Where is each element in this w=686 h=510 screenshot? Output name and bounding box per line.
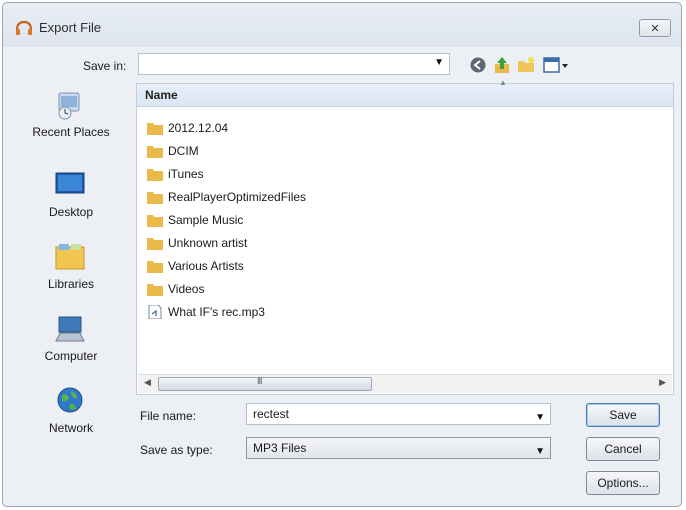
place-label: Network [48, 421, 93, 435]
folder-icon [147, 123, 163, 135]
chevron-down-icon: ▼ [535, 446, 545, 457]
file-name: 2012.12.04 [168, 121, 229, 135]
place-libraries[interactable]: Libraries [9, 241, 133, 309]
file-name: Videos [168, 282, 205, 296]
place-label: Desktop [48, 205, 94, 219]
save-button[interactable]: Save [586, 403, 660, 427]
save-as-type-dropdown[interactable]: MP3 Files ▼ [246, 437, 551, 459]
place-label: Libraries [47, 277, 95, 291]
options-button[interactable]: Options... [586, 471, 660, 495]
column-header-name[interactable]: Name ▲ [137, 78, 673, 107]
computer-icon [55, 316, 85, 342]
window-title: Export File [39, 20, 102, 35]
network-icon [57, 387, 83, 413]
scroll-grip: III [257, 376, 262, 386]
place-desktop[interactable]: Desktop [9, 169, 133, 237]
folder-icon [147, 169, 163, 181]
save-as-type-value: MP3 Files [253, 441, 307, 455]
place-label: Recent Places [32, 125, 110, 139]
recent-places-icon [58, 92, 80, 120]
folder-icon [147, 146, 163, 158]
file-name: Various Artists [168, 259, 244, 273]
scrollbar-thumb[interactable]: III [158, 376, 372, 391]
file-name-label: File name: [140, 409, 197, 423]
folder-icon [147, 238, 163, 250]
chevron-down-icon: ▼ [434, 57, 444, 68]
audio-file-icon [148, 305, 162, 319]
places-bar: Recent Places Desktop Libraries Computer [9, 83, 133, 463]
file-name: Sample Music [168, 213, 244, 227]
desktop-icon [55, 172, 85, 194]
file-name: DCIM [168, 144, 199, 158]
cancel-button[interactable]: Cancel [586, 437, 660, 461]
sort-up-icon: ▲ [499, 78, 507, 87]
export-file-dialog: Export File ✕ Save in: ▼ Recent Places D… [2, 2, 682, 507]
folder-icon [147, 192, 163, 204]
place-recent-places[interactable]: Recent Places [9, 89, 133, 157]
file-name-field[interactable]: rectest ▼ [246, 403, 551, 425]
view-menu-icon[interactable] [543, 56, 569, 74]
file-name-value: rectest [253, 407, 290, 421]
save-in-label: Save in: [83, 59, 127, 73]
file-name: iTunes [168, 167, 204, 181]
file-name: Unknown artist [168, 236, 248, 250]
scroll-left-icon[interactable]: ◀ [144, 377, 151, 388]
headphones-icon [15, 20, 33, 35]
folder-icon [147, 261, 163, 273]
title-bar: Export File ✕ [3, 3, 681, 47]
place-computer[interactable]: Computer [9, 313, 133, 381]
horizontal-scrollbar[interactable]: ◀ III ▶ [138, 374, 672, 393]
close-button[interactable]: ✕ [639, 19, 671, 37]
libraries-icon [55, 244, 85, 270]
column-header-label: Name [145, 88, 178, 102]
save-in-dropdown[interactable]: ▼ [138, 53, 450, 75]
save-as-type-label: Save as type: [140, 443, 213, 457]
chevron-down-icon[interactable]: ▼ [535, 408, 545, 428]
folder-icon [147, 284, 163, 296]
up-folder-icon[interactable] [493, 56, 511, 74]
new-folder-icon[interactable] [517, 56, 535, 74]
file-name: What IF's rec.mp3 [168, 305, 265, 319]
file-list[interactable]: Name ▲ 2012.12.04 DCIM iTunes RealPlayer… [136, 78, 674, 395]
place-network[interactable]: Network [9, 385, 133, 453]
place-label: Computer [44, 349, 98, 363]
file-name: RealPlayerOptimizedFiles [168, 190, 307, 204]
scroll-right-icon[interactable]: ▶ [659, 377, 666, 388]
folder-icon [147, 215, 163, 227]
back-icon[interactable] [469, 56, 487, 74]
